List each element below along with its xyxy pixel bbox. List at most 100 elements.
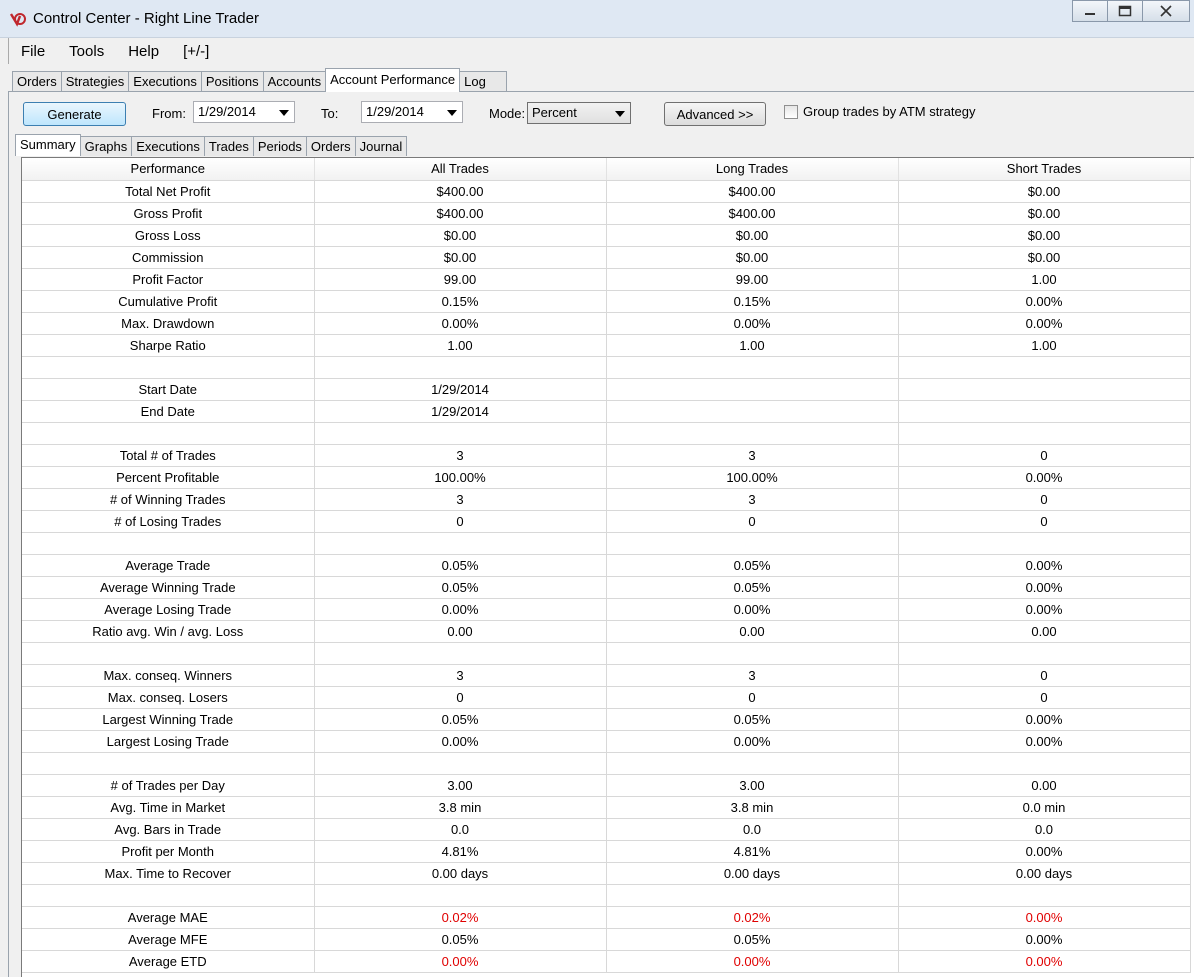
metric-value: 0.15% <box>314 290 607 313</box>
close-button[interactable] <box>1142 0 1190 22</box>
tab-executions-sub[interactable]: Executions <box>131 136 205 156</box>
table-row[interactable] <box>22 422 1191 445</box>
menu-tools[interactable]: Tools <box>57 43 116 60</box>
table-row[interactable]: Average Losing Trade 0.00% 0.00% 0.00% <box>22 598 1191 621</box>
tab-strategies[interactable]: Strategies <box>60 71 130 92</box>
table-row[interactable]: Gross Loss $0.00 $0.00 $0.00 <box>22 224 1191 247</box>
table-row[interactable] <box>22 884 1191 907</box>
metric-value: $400.00 <box>314 180 607 203</box>
tab-orders[interactable]: Orders <box>12 71 62 92</box>
table-row[interactable]: # of Losing Trades 0 0 0 <box>22 510 1191 533</box>
tab-log[interactable]: Log <box>459 71 508 92</box>
metric-label: Largest Winning Trade <box>22 708 315 731</box>
metric-label: Average Trade <box>22 554 315 577</box>
tab-periods[interactable]: Periods <box>252 136 307 156</box>
metric-value: 0.00% <box>314 312 607 335</box>
tab-journal[interactable]: Journal <box>354 136 408 156</box>
table-row[interactable]: Average Winning Trade 0.05% 0.05% 0.00% <box>22 576 1191 599</box>
to-date-picker[interactable]: 1/29/2014 <box>361 101 463 123</box>
table-row[interactable]: Avg. Bars in Trade 0.0 0.0 0.0 <box>22 818 1191 841</box>
metric-value <box>606 356 899 379</box>
table-row[interactable]: Cumulative Profit 0.15% 0.15% 0.00% <box>22 290 1191 313</box>
table-row[interactable]: End Date 1/29/2014 <box>22 400 1191 423</box>
metric-value: 99.00 <box>606 268 899 291</box>
table-row[interactable]: Largest Losing Trade 0.00% 0.00% 0.00% <box>22 730 1191 753</box>
table-row[interactable]: Max. conseq. Winners 3 3 0 <box>22 664 1191 687</box>
metric-value: 3 <box>314 488 607 511</box>
metric-value: 3.8 min <box>606 796 899 819</box>
metric-value: 0.05% <box>314 576 607 599</box>
table-row[interactable]: Average MFE 0.05% 0.05% 0.00% <box>22 928 1191 951</box>
table-row[interactable]: Average ETD 0.00% 0.00% 0.00% <box>22 950 1191 973</box>
header-all-trades[interactable]: All Trades <box>314 158 607 181</box>
metric-value: 0.00 <box>606 620 899 643</box>
table-row[interactable]: Avg. Time in Market 3.8 min 3.8 min 0.0 min <box>22 796 1191 819</box>
table-row[interactable]: Profit per Month 4.81% 4.81% 0.00% <box>22 840 1191 863</box>
tab-executions[interactable]: Executions <box>128 71 202 92</box>
table-row[interactable]: Max. Time to Recover 0.00 days 0.00 days 0.… <box>22 862 1191 885</box>
table-row[interactable]: Profit Factor 99.00 99.00 1.00 <box>22 268 1191 291</box>
maximize-button[interactable] <box>1107 0 1143 22</box>
table-row[interactable]: Start Date 1/29/2014 <box>22 378 1191 401</box>
header-short-trades[interactable]: Short Trades <box>898 158 1191 181</box>
metric-label: Commission <box>22 246 315 269</box>
menu-toggle[interactable]: [+/-] <box>171 43 221 60</box>
metric-value: 0.00 days <box>898 862 1191 885</box>
table-row[interactable]: # of Trades per Day 3.00 3.00 0.00 <box>22 774 1191 797</box>
tab-graphs[interactable]: Graphs <box>79 136 133 156</box>
metric-value: 0.05% <box>606 928 899 951</box>
advanced-button[interactable]: Advanced >> <box>664 102 766 126</box>
generate-button[interactable]: Generate <box>23 102 126 126</box>
metric-label: Cumulative Profit <box>22 290 315 313</box>
table-row[interactable] <box>22 532 1191 555</box>
metric-value: 1.00 <box>898 334 1191 357</box>
mode-select[interactable]: Percent <box>527 102 631 124</box>
table-row[interactable]: Total Net Profit $400.00 $400.00 $0.00 <box>22 180 1191 203</box>
table-row[interactable]: Commission $0.00 $0.00 $0.00 <box>22 246 1191 269</box>
tab-accounts[interactable]: Accounts <box>262 71 327 92</box>
metric-value: 0.00 <box>898 620 1191 643</box>
from-date-value: 1/29/2014 <box>198 104 256 119</box>
tab-account-performance[interactable]: Account Performance <box>325 68 461 92</box>
table-row[interactable] <box>22 642 1191 665</box>
metric-label: Max. Drawdown <box>22 312 315 335</box>
table-row[interactable]: Average Trade 0.05% 0.05% 0.00% <box>22 554 1191 577</box>
minimize-button[interactable] <box>1072 0 1108 22</box>
table-row[interactable]: Largest Winning Trade 0.05% 0.05% 0.00% <box>22 708 1191 731</box>
tab-orders-sub[interactable]: Orders <box>305 136 356 156</box>
header-performance[interactable]: Performance <box>22 158 315 181</box>
table-row[interactable]: Max. Drawdown 0.00% 0.00% 0.00% <box>22 312 1191 335</box>
metric-label: Profit Factor <box>22 268 315 291</box>
header-long-trades[interactable]: Long Trades <box>606 158 899 181</box>
metric-value: 0.00 days <box>606 862 899 885</box>
table-row[interactable]: Sharpe Ratio 1.00 1.00 1.00 <box>22 334 1191 357</box>
metric-label: Avg. Bars in Trade <box>22 818 315 841</box>
tab-summary[interactable]: Summary <box>15 134 81 156</box>
tab-positions[interactable]: Positions <box>200 71 264 92</box>
metric-label: # of Losing Trades <box>22 510 315 533</box>
group-by-atm-checkbox[interactable] <box>784 105 798 119</box>
table-row[interactable]: Average MAE 0.02% 0.02% 0.00% <box>22 906 1191 929</box>
table-row[interactable]: Percent Profitable 100.00% 100.00% 0.00% <box>22 466 1191 489</box>
mode-value: Percent <box>532 105 577 120</box>
menu-help[interactable]: Help <box>116 43 171 60</box>
metric-value: 0 <box>898 686 1191 709</box>
tab-trades[interactable]: Trades <box>203 136 254 156</box>
table-row[interactable]: Gross Profit $400.00 $400.00 $0.00 <box>22 202 1191 225</box>
table-row[interactable] <box>22 752 1191 775</box>
menu-file[interactable]: File <box>9 43 57 60</box>
table-row[interactable]: Max. conseq. Losers 0 0 0 <box>22 686 1191 709</box>
table-row[interactable]: Ratio avg. Win / avg. Loss 0.00 0.00 0.00 <box>22 620 1191 643</box>
metric-value <box>898 400 1191 423</box>
from-date-picker[interactable]: 1/29/2014 <box>193 101 295 123</box>
table-row[interactable]: Total # of Trades 3 3 0 <box>22 444 1191 467</box>
metric-value: 0.05% <box>606 576 899 599</box>
metric-value <box>314 422 607 445</box>
table-row[interactable]: # of Winning Trades 3 3 0 <box>22 488 1191 511</box>
metric-value: 0 <box>606 686 899 709</box>
metric-value: 0.00% <box>898 598 1191 621</box>
table-row[interactable] <box>22 356 1191 379</box>
metric-value: $400.00 <box>606 180 899 203</box>
metric-value: 3.00 <box>314 774 607 797</box>
metric-value: 0.00% <box>898 730 1191 753</box>
